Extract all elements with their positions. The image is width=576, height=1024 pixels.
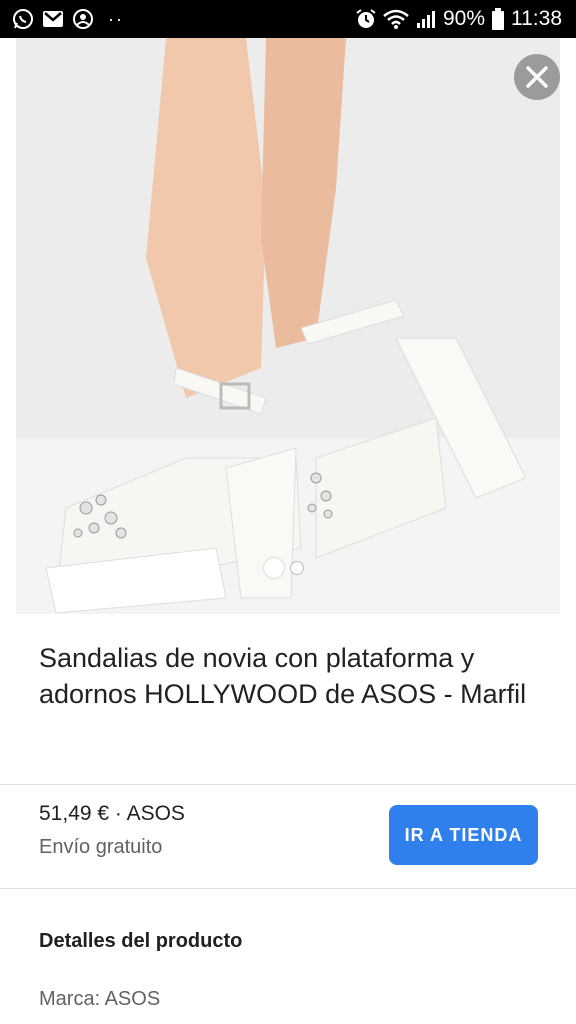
signal-icon <box>415 8 437 30</box>
notification-icons: ·· <box>12 0 124 38</box>
gmail-icon <box>42 8 64 30</box>
product-image[interactable] <box>16 38 560 614</box>
wifi-icon <box>383 8 409 30</box>
go-to-store-button[interactable]: IR A TIENDA <box>389 805 538 865</box>
more-notifications-indicator: ·· <box>108 8 124 29</box>
product-title: Sandalias de novia con plataforma y ador… <box>39 643 527 709</box>
divider <box>0 784 576 785</box>
account-icon <box>72 8 94 30</box>
alarm-icon <box>355 8 377 30</box>
battery-percent: 90% <box>442 7 485 30</box>
carousel-indicator <box>264 558 304 578</box>
divider <box>0 888 576 889</box>
status-bar: ·· 90% 11:38 <box>0 0 576 38</box>
battery-icon <box>491 8 505 30</box>
whatsapp-icon <box>12 8 34 30</box>
carousel-dot-active[interactable] <box>264 558 284 578</box>
details-heading: Detalles del producto <box>39 930 243 952</box>
sandal-illustration <box>16 38 560 614</box>
shipping-info: Envío gratuito <box>39 836 163 858</box>
close-icon <box>526 66 548 88</box>
carousel-dot[interactable] <box>290 561 304 575</box>
brand-info: Marca: ASOS <box>39 988 161 1010</box>
clock: 11:38 <box>511 7 562 30</box>
system-icons: 90% 11:38 <box>355 0 562 38</box>
close-button[interactable] <box>514 54 560 100</box>
price-seller: 51,49 € · ASOS <box>39 802 185 825</box>
